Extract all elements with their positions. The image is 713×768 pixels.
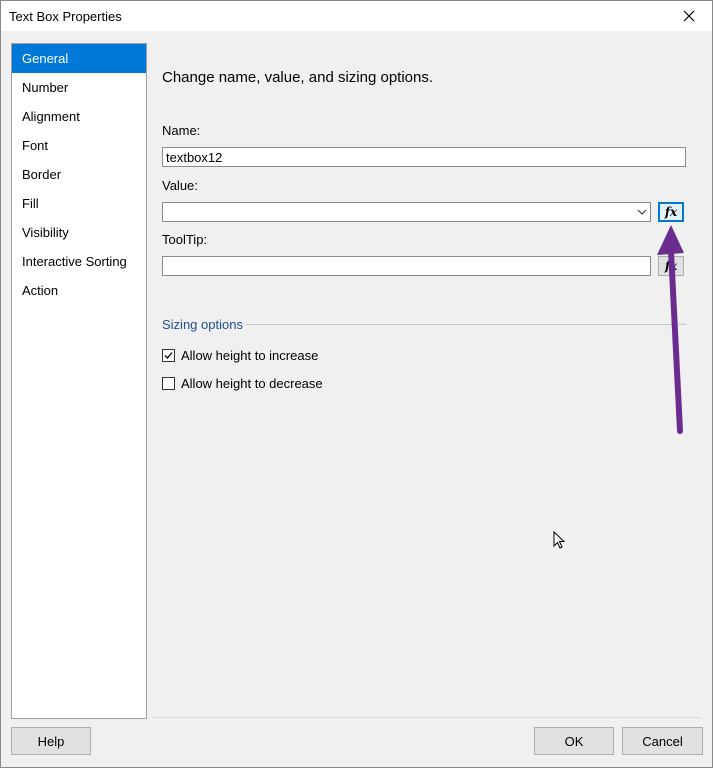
mouse-cursor-icon bbox=[553, 531, 566, 549]
allow-height-increase-option[interactable]: Allow height to increase bbox=[162, 348, 318, 363]
name-input[interactable]: textbox12 bbox=[162, 147, 686, 167]
sidebar-item-visibility[interactable]: Visibility bbox=[12, 218, 146, 247]
tooltip-label: ToolTip: bbox=[162, 232, 208, 247]
allow-height-decrease-option[interactable]: Allow height to decrease bbox=[162, 376, 323, 391]
allow-height-increase-checkbox[interactable] bbox=[162, 349, 175, 362]
close-button[interactable] bbox=[666, 1, 712, 31]
help-button[interactable]: Help bbox=[11, 727, 91, 755]
sidebar-item-general[interactable]: General bbox=[12, 44, 146, 73]
value-expression-button[interactable]: fx bbox=[658, 202, 684, 222]
sidebar-item-interactive-sorting[interactable]: Interactive Sorting bbox=[12, 247, 146, 276]
sidebar-item-alignment[interactable]: Alignment bbox=[12, 102, 146, 131]
title-bar: Text Box Properties bbox=[1, 1, 712, 31]
cancel-button[interactable]: Cancel bbox=[622, 727, 703, 755]
close-icon bbox=[683, 10, 695, 22]
allow-height-decrease-label: Allow height to decrease bbox=[181, 376, 323, 391]
sidebar-item-number[interactable]: Number bbox=[12, 73, 146, 102]
content-divider bbox=[153, 717, 701, 718]
value-combobox[interactable] bbox=[162, 202, 651, 222]
sidebar-item-fill[interactable]: Fill bbox=[12, 189, 146, 218]
ok-button[interactable]: OK bbox=[534, 727, 614, 755]
allow-height-increase-label: Allow height to increase bbox=[181, 348, 319, 363]
name-input-value: textbox12 bbox=[166, 150, 223, 165]
tooltip-input[interactable] bbox=[162, 256, 651, 276]
allow-height-decrease-checkbox[interactable] bbox=[162, 377, 175, 390]
sidebar-item-border[interactable]: Border bbox=[12, 160, 146, 189]
fx-icon: fx bbox=[664, 205, 678, 219]
sidebar-item-font[interactable]: Font bbox=[12, 131, 146, 160]
checkmark-icon bbox=[164, 352, 173, 359]
value-label: Value: bbox=[162, 178, 198, 193]
chevron-down-icon[interactable] bbox=[637, 207, 647, 217]
sizing-options-title: Sizing options bbox=[162, 317, 243, 332]
sidebar-item-action[interactable]: Action bbox=[12, 276, 146, 305]
name-label: Name: bbox=[162, 123, 201, 138]
annotation-arrow bbox=[657, 225, 684, 434]
sidebar-nav: General Number Alignment Font Border Fil… bbox=[11, 43, 147, 719]
window-title: Text Box Properties bbox=[9, 9, 122, 24]
dialog-window: Text Box Properties General Number Align… bbox=[0, 0, 713, 768]
page-heading: Change name, value, and sizing options. bbox=[162, 69, 434, 86]
sizing-options-divider bbox=[246, 324, 686, 325]
